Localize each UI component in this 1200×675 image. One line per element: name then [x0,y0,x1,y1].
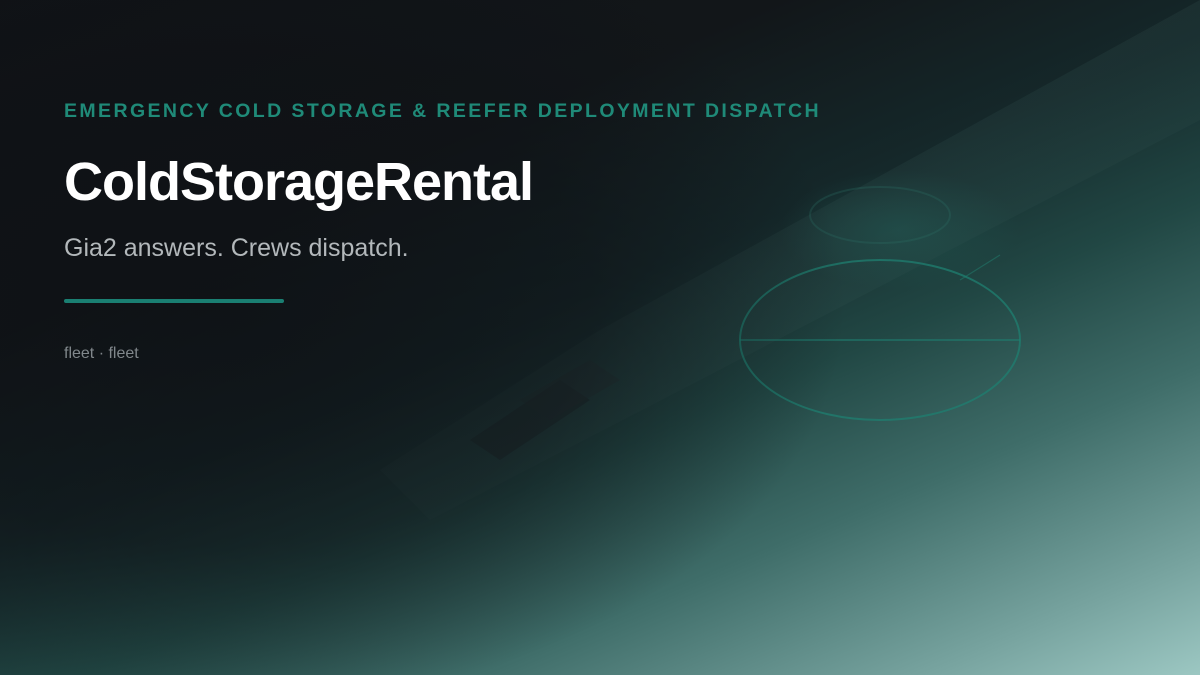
accent-divider [64,299,284,303]
meta-left: fleet [64,345,95,362]
page-title: ColdStorageRental [64,152,534,212]
meta-line: fleet · fleet [64,345,139,363]
hero-card: EMERGENCY COLD STORAGE & REEFER DEPLOYME… [0,0,1200,675]
meta-right: fleet [108,345,139,362]
meta-separator: · [94,345,109,362]
tagline: Gia2 answers. Crews dispatch. [64,234,409,262]
eyebrow-text: EMERGENCY COLD STORAGE & REEFER DEPLOYME… [64,100,821,122]
